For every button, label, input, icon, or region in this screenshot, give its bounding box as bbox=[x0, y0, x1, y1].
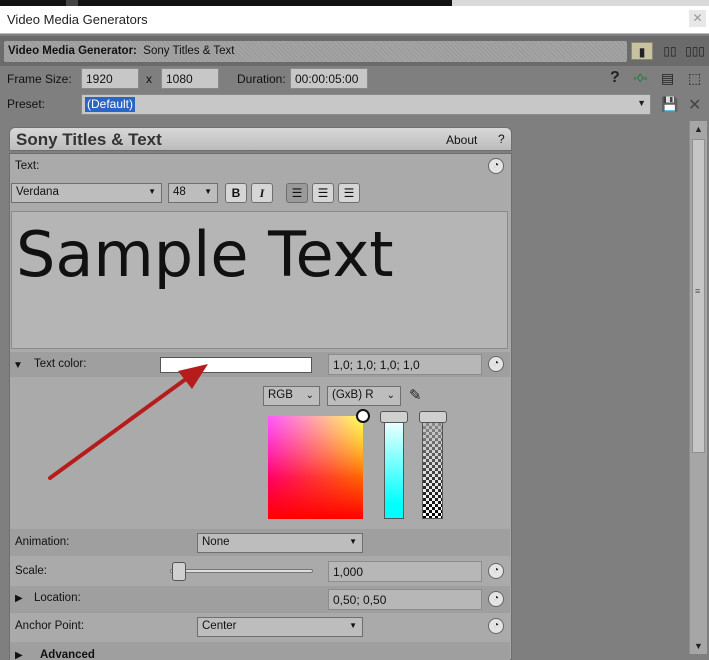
title-bar: Video Media Generators ✕ bbox=[0, 6, 709, 34]
text-editor[interactable]: Sample Text bbox=[11, 211, 508, 349]
anchor-dropdown[interactable]: Center ▼ bbox=[197, 617, 363, 637]
color-palette-overlay bbox=[268, 416, 363, 519]
generator-header: Video Media Generator: Sony Titles & Tex… bbox=[4, 41, 627, 62]
animation-dropdown[interactable]: None ▼ bbox=[197, 533, 363, 553]
animate-color-icon[interactable]: ◔ bbox=[488, 356, 504, 372]
collapse-triangle-icon[interactable]: ▼ bbox=[13, 360, 23, 371]
save-frame-icon[interactable]: ▤ bbox=[661, 70, 674, 87]
preset-dropdown[interactable]: (Default) ▼ bbox=[81, 94, 651, 115]
eyedropper-icon[interactable]: ✎ bbox=[409, 386, 422, 404]
about-button[interactable]: About bbox=[446, 133, 477, 147]
scale-value[interactable]: 1,000 bbox=[328, 561, 482, 582]
align-center-icon[interactable]: ☰ bbox=[312, 183, 334, 203]
window-title: Video Media Generators bbox=[7, 12, 148, 27]
scale-label: Scale: bbox=[15, 565, 47, 577]
frame-height-input[interactable]: 1080 bbox=[161, 68, 219, 89]
value-slider[interactable] bbox=[384, 422, 404, 519]
close-icon[interactable]: ✕ bbox=[689, 10, 706, 27]
color-channel-dropdown[interactable]: (GxB) R ⌄ bbox=[327, 386, 401, 406]
animation-value: None bbox=[202, 536, 230, 548]
bold-button[interactable]: B bbox=[225, 183, 247, 203]
frame-x-label: x bbox=[146, 72, 152, 86]
italic-button[interactable]: I bbox=[251, 183, 273, 203]
scale-slider-thumb[interactable] bbox=[172, 562, 186, 581]
plugin-title: Sony Titles & Text bbox=[16, 130, 162, 149]
chevron-down-icon: ▼ bbox=[204, 187, 212, 196]
select-cursor-icon[interactable]: ⬚ bbox=[688, 70, 701, 87]
plugin-help-button[interactable]: ? bbox=[498, 132, 505, 146]
text-color-value[interactable]: 1,0; 1,0; 1,0; 1,0 bbox=[328, 354, 482, 375]
text-content: Sample Text bbox=[16, 218, 394, 291]
generator-name: Sony Titles & Text bbox=[143, 45, 235, 57]
duration-input[interactable]: 00:00:05:00 bbox=[290, 68, 368, 89]
animation-label: Animation: bbox=[15, 536, 70, 548]
scroll-down-icon[interactable]: ▼ bbox=[690, 638, 707, 654]
chevron-down-icon: ⌄ bbox=[386, 390, 395, 401]
text-label: Text: bbox=[15, 160, 40, 172]
plugin-header: Sony Titles & Text About ? bbox=[9, 127, 512, 151]
scale-slider-track[interactable] bbox=[170, 569, 313, 573]
delete-preset-icon[interactable]: ✕ bbox=[688, 95, 701, 115]
animate-location-icon[interactable]: ◔ bbox=[488, 591, 504, 607]
duration-label: Duration: bbox=[237, 72, 286, 86]
chevron-down-icon: ⌄ bbox=[305, 390, 314, 401]
scroll-thumb[interactable]: ≡ bbox=[692, 139, 705, 453]
vertical-scrollbar[interactable]: ▲ ≡ ▼ bbox=[689, 121, 707, 654]
font-dropdown[interactable]: Verdana ▼ bbox=[11, 183, 162, 203]
generator-label: Video Media Generator: bbox=[8, 45, 137, 57]
preset-value: (Default) bbox=[85, 97, 136, 112]
font-size-dropdown[interactable]: 48 ▼ bbox=[168, 183, 218, 203]
location-label: Location: bbox=[34, 592, 81, 604]
color-channel-value: (GxB) R bbox=[332, 389, 374, 401]
color-picker-handle[interactable] bbox=[356, 409, 370, 423]
frame-size-label: Frame Size: bbox=[7, 72, 72, 86]
color-mode-value: RGB bbox=[268, 389, 293, 401]
align-right-icon[interactable]: ☰ bbox=[338, 183, 360, 203]
annotation-arrow bbox=[48, 364, 208, 480]
advanced-label: Advanced bbox=[40, 649, 95, 660]
align-left-icon[interactable]: ☰ bbox=[286, 183, 308, 203]
chevron-down-icon: ▼ bbox=[637, 98, 646, 108]
expand-triangle-icon[interactable]: ▶ bbox=[15, 650, 23, 660]
location-value[interactable]: 0,50; 0,50 bbox=[328, 589, 482, 610]
single-column-view-icon[interactable]: ▮ bbox=[631, 42, 653, 60]
preset-label: Preset: bbox=[7, 97, 46, 111]
anchor-value: Center bbox=[202, 620, 237, 632]
two-column-view-icon[interactable]: ▯▯ bbox=[659, 42, 681, 60]
anchor-label: Anchor Point: bbox=[15, 620, 85, 632]
keyframe-toggle-icon[interactable]: ◦◊▫ bbox=[633, 71, 647, 85]
frame-width-input[interactable]: 1920 bbox=[81, 68, 139, 89]
font-size-value: 48 bbox=[173, 186, 186, 198]
chevron-down-icon: ▼ bbox=[349, 621, 357, 630]
animate-anchor-icon[interactable]: ◔ bbox=[488, 618, 504, 634]
animate-text-icon[interactable]: ◔ bbox=[488, 158, 504, 174]
color-mode-dropdown[interactable]: RGB ⌄ bbox=[263, 386, 320, 406]
alpha-slider[interactable] bbox=[422, 422, 443, 519]
animate-scale-icon[interactable]: ◔ bbox=[488, 563, 504, 579]
save-preset-icon[interactable]: 💾 bbox=[661, 96, 678, 113]
font-value: Verdana bbox=[16, 186, 59, 198]
three-column-view-icon[interactable]: ▯▯▯ bbox=[684, 42, 706, 60]
chevron-down-icon: ▼ bbox=[148, 187, 156, 196]
scroll-up-icon[interactable]: ▲ bbox=[690, 121, 707, 137]
help-icon[interactable]: ? bbox=[610, 69, 620, 87]
expand-triangle-icon[interactable]: ▶ bbox=[15, 593, 23, 604]
chevron-down-icon: ▼ bbox=[349, 537, 357, 546]
